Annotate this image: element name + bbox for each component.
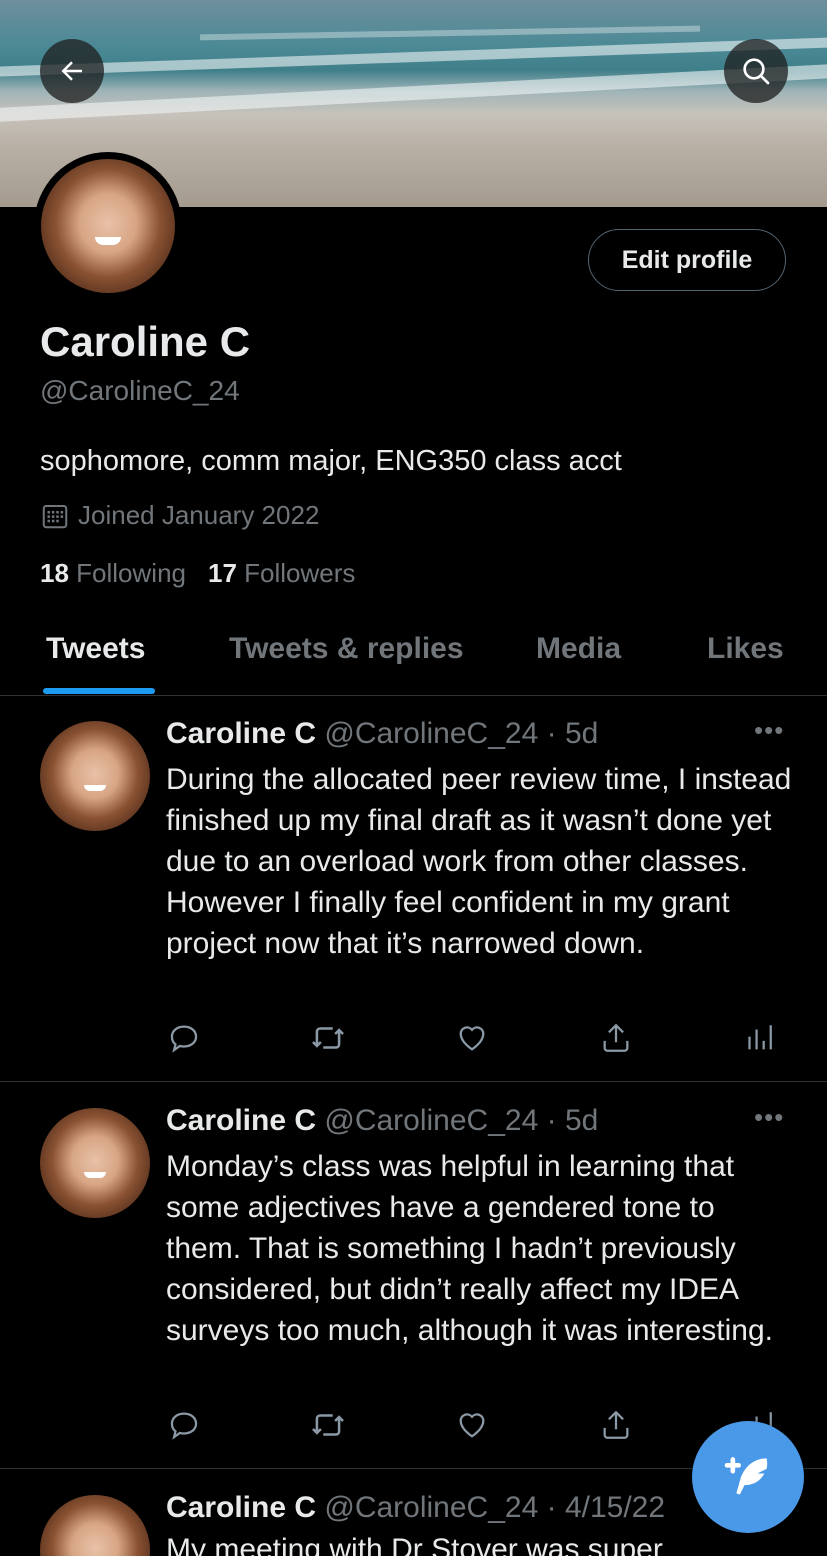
followers-link[interactable]: 17 Followers [208, 558, 355, 589]
tweet-text: My meeting with Dr Stover was super [166, 1533, 663, 1556]
more-options-icon[interactable]: ••• [754, 1102, 784, 1133]
tweet-author-handle: @CarolineC_24 [324, 1104, 539, 1137]
share-icon[interactable] [596, 1405, 636, 1445]
tweet-header: Caroline C @CarolineC_24 · 5d [166, 1104, 598, 1138]
tweet-header: Caroline C @CarolineC_24 · 4/15/22 [166, 1491, 665, 1525]
tweet-avatar[interactable] [40, 1108, 150, 1218]
profile-bio: sophomore, comm major, ENG350 class acct [40, 445, 622, 477]
avatar-image [41, 159, 175, 293]
more-options-icon[interactable]: ••• [754, 715, 784, 746]
tweet-text: Monday’s class was helpful in learning t… [166, 1150, 773, 1347]
joined-label: Joined January 2022 [78, 500, 320, 530]
tweet-avatar[interactable] [40, 1495, 150, 1556]
follow-stats: 18 Following 17 Followers [40, 558, 355, 589]
tweet-time: · 5d [546, 717, 599, 750]
arrow-left-icon [61, 61, 82, 81]
profile-handle: @CarolineC_24 [40, 375, 240, 406]
tweet-author-handle: @CarolineC_24 [324, 717, 539, 750]
following-link[interactable]: 18 Following [40, 558, 186, 589]
tweet-time: · 4/15/22 [546, 1491, 666, 1524]
share-icon[interactable] [596, 1018, 636, 1058]
profile-avatar[interactable] [34, 152, 182, 300]
retweet-icon[interactable] [308, 1018, 348, 1058]
joined-date: Joined January 2022 [40, 500, 319, 531]
tab-media[interactable]: Media [536, 632, 621, 666]
tweet-avatar[interactable] [40, 721, 150, 831]
tweet-author-name[interactable]: Caroline C [166, 1491, 316, 1524]
edit-profile-button[interactable]: Edit profile [588, 229, 786, 291]
profile-tabs: Tweets Tweets & replies Media Likes [0, 615, 827, 696]
tweet-actions [166, 1405, 786, 1445]
analytics-icon[interactable] [738, 1018, 778, 1058]
profile-name: Caroline C [40, 318, 251, 365]
tab-likes[interactable]: Likes [707, 632, 784, 666]
tweet-author-name[interactable]: Caroline C [166, 717, 316, 750]
compose-tweet-button[interactable] [692, 1421, 804, 1533]
search-icon [743, 58, 770, 85]
reply-icon[interactable] [164, 1018, 204, 1058]
tweet-header: Caroline C @CarolineC_24 · 5d [166, 717, 598, 751]
retweet-icon[interactable] [308, 1405, 348, 1445]
search-button[interactable] [724, 39, 788, 103]
active-tab-indicator [43, 688, 155, 694]
heart-icon[interactable] [452, 1405, 492, 1445]
tab-tweets-replies[interactable]: Tweets & replies [229, 632, 464, 666]
calendar-icon [42, 504, 68, 528]
feather-plus-icon [724, 1457, 768, 1495]
tweet[interactable]: Caroline C @CarolineC_24 · 5d ••• Monday… [0, 1082, 827, 1469]
tweet-time: · 5d [546, 1104, 599, 1137]
banner-wave [199, 25, 701, 41]
heart-icon[interactable] [452, 1018, 492, 1058]
reply-icon[interactable] [164, 1405, 204, 1445]
tweet-author-name[interactable]: Caroline C [166, 1104, 316, 1137]
tweet-text: During the allocated peer review time, I… [166, 763, 792, 960]
tab-tweets[interactable]: Tweets [46, 632, 145, 666]
tweet-author-handle: @CarolineC_24 [324, 1491, 539, 1524]
tweet[interactable]: Caroline C @CarolineC_24 · 5d ••• During… [0, 695, 827, 1082]
back-button[interactable] [40, 39, 104, 103]
tweet-actions [166, 1018, 786, 1058]
